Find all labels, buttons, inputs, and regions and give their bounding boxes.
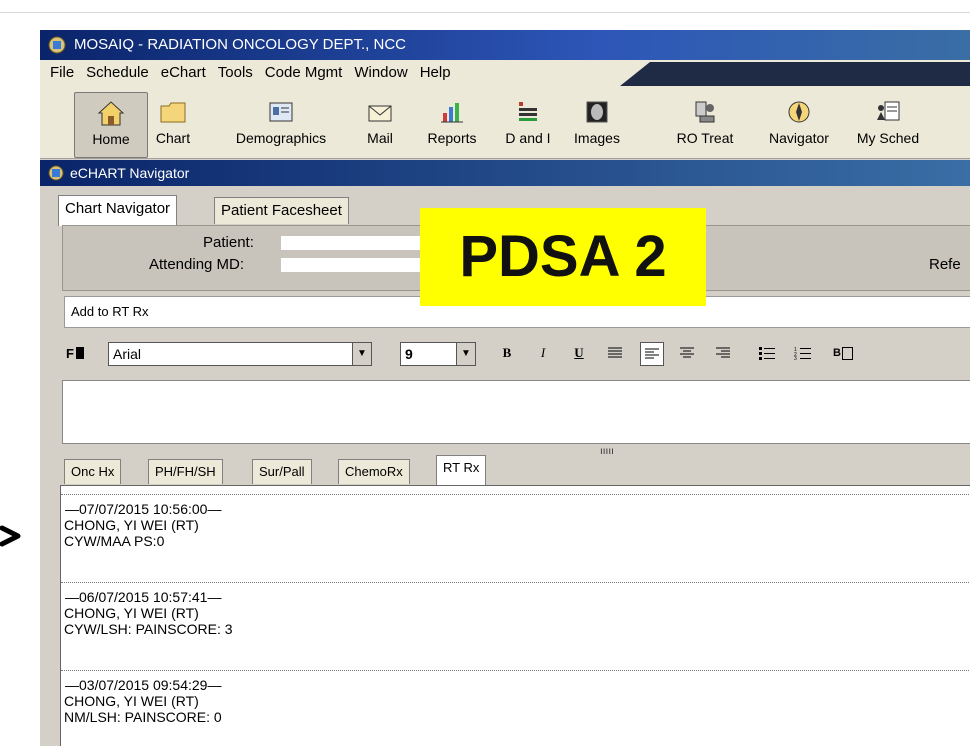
top-divider bbox=[0, 12, 970, 13]
tab-onc-hx[interactable]: Onc Hx bbox=[64, 459, 122, 484]
id-card-icon bbox=[269, 102, 293, 122]
images-button[interactable]: Images bbox=[568, 92, 626, 156]
font-color-swatch bbox=[75, 347, 84, 359]
justify-icon[interactable] bbox=[604, 342, 626, 364]
font-style-button[interactable]: F bbox=[64, 342, 86, 364]
rt-rx-notes-list: —07/07/2015 10:56:00— CHONG, YI WEI (RT)… bbox=[60, 485, 970, 746]
splitter-handle[interactable]: ııııı bbox=[600, 446, 614, 457]
echart-icon bbox=[48, 165, 64, 181]
pdsa-overlay-label: PDSA 2 bbox=[420, 208, 706, 306]
my-sched-button[interactable]: My Sched bbox=[848, 92, 928, 156]
ro-treat-icon bbox=[695, 101, 715, 123]
attending-md-redacted bbox=[281, 258, 421, 272]
mail-icon bbox=[368, 105, 392, 122]
tab-ph-fh-sh[interactable]: PH/FH/SH bbox=[148, 459, 223, 484]
echart-navigator-titlebar[interactable]: eCHART Navigator bbox=[40, 160, 970, 186]
app-titlebar[interactable]: MOSAIQ - RADIATION ONCOLOGY DEPT., NCC bbox=[40, 30, 970, 60]
tab-chemorx[interactable]: ChemoRx bbox=[338, 459, 410, 484]
menu-schedule[interactable]: Schedule bbox=[80, 60, 155, 86]
list-item[interactable]: —06/07/2015 10:57:41— CHONG, YI WEI (RT)… bbox=[61, 582, 970, 671]
images-icon bbox=[586, 101, 608, 123]
my-sched-icon bbox=[877, 101, 900, 121]
note-author: CHONG, YI WEI (RT) bbox=[64, 605, 199, 621]
reports-icon bbox=[441, 103, 463, 123]
demographics-button[interactable]: Demographics bbox=[216, 92, 346, 156]
d-and-i-icon bbox=[519, 102, 537, 121]
align-left-icon[interactable] bbox=[640, 342, 664, 366]
mosaiq-window: MOSAIQ - RADIATION ONCOLOGY DEPT., NCC F… bbox=[40, 30, 970, 746]
mosaiq-app-icon bbox=[48, 36, 66, 54]
underline-icon[interactable]: U bbox=[568, 342, 590, 364]
reports-button[interactable]: Reports bbox=[416, 92, 488, 156]
ro-treat-button[interactable]: RO Treat bbox=[666, 92, 744, 156]
home-icon bbox=[97, 101, 125, 126]
svg-text:3: 3 bbox=[794, 356, 797, 360]
note-author: CHONG, YI WEI (RT) bbox=[64, 693, 199, 709]
menu-help[interactable]: Help bbox=[414, 60, 457, 86]
note-text: CYW/MAA PS:0 bbox=[64, 533, 165, 549]
chevron-down-icon[interactable]: ▼ bbox=[352, 343, 371, 365]
arrow-pointer-icon bbox=[0, 525, 21, 547]
format-toolbar: F Arial ▼ 9 ▼ B I U 123 B bbox=[64, 338, 970, 368]
attending-md-label: Attending MD: bbox=[149, 256, 245, 273]
italic-icon[interactable]: I bbox=[532, 342, 554, 364]
note-text: CYW/LSH: PAINSCORE: 3 bbox=[64, 621, 233, 637]
border-icon[interactable]: B bbox=[826, 342, 860, 364]
align-center-icon[interactable] bbox=[676, 342, 698, 364]
menu-code-mgmt[interactable]: Code Mgmt bbox=[259, 60, 349, 86]
bold-icon[interactable]: B bbox=[496, 342, 518, 364]
list-item[interactable]: —07/07/2015 10:56:00— CHONG, YI WEI (RT)… bbox=[61, 494, 970, 583]
app-title: MOSAIQ - RADIATION ONCOLOGY DEPT., NCC bbox=[74, 36, 406, 53]
referring-md-label: Refe bbox=[929, 256, 961, 273]
menu-echart[interactable]: eChart bbox=[155, 60, 212, 86]
menu-tools[interactable]: Tools bbox=[212, 60, 259, 86]
note-header: —06/07/2015 10:57:41— bbox=[65, 589, 222, 605]
home-button[interactable]: Home bbox=[74, 92, 148, 158]
navigator-button[interactable]: Navigator bbox=[756, 92, 842, 156]
patient-name-redacted bbox=[281, 236, 421, 250]
main-toolbar: Home Chart Demographics Mail Reports D a… bbox=[40, 86, 970, 159]
tab-sur-pall[interactable]: Sur/Pall bbox=[252, 459, 312, 484]
note-header: —07/07/2015 10:56:00— bbox=[65, 501, 222, 517]
numbered-list-icon[interactable]: 123 bbox=[792, 342, 814, 364]
menu-bar: File Schedule eChart Tools Code Mgmt Window He… bbox=[40, 60, 970, 86]
d-and-i-button[interactable]: D and I bbox=[500, 92, 556, 156]
note-header: —03/07/2015 09:54:29— bbox=[65, 677, 222, 693]
mail-button[interactable]: Mail bbox=[358, 92, 402, 156]
list-item[interactable]: —03/07/2015 09:54:29— CHONG, YI WEI (RT)… bbox=[61, 670, 970, 746]
note-text: NM/LSH: PAINSCORE: 0 bbox=[64, 709, 222, 725]
menu-window[interactable]: Window bbox=[348, 60, 413, 86]
tab-rt-rx[interactable]: RT Rx bbox=[436, 455, 487, 486]
folder-icon bbox=[160, 102, 186, 123]
patient-label: Patient: bbox=[203, 234, 254, 251]
echart-navigator-title: eCHART Navigator bbox=[70, 165, 190, 181]
menu-bar-tail bbox=[620, 62, 970, 86]
bullet-list-icon[interactable] bbox=[756, 342, 778, 364]
tab-chart-navigator[interactable]: Chart Navigator bbox=[58, 195, 178, 226]
chart-button[interactable]: Chart bbox=[148, 92, 198, 156]
align-right-icon[interactable] bbox=[712, 342, 734, 364]
tab-patient-facesheet[interactable]: Patient Facesheet bbox=[214, 197, 349, 224]
navigator-icon bbox=[788, 101, 810, 123]
note-author: CHONG, YI WEI (RT) bbox=[64, 517, 199, 533]
chevron-down-icon[interactable]: ▼ bbox=[456, 343, 475, 365]
menu-file[interactable]: File bbox=[44, 60, 80, 86]
note-editor-textarea[interactable] bbox=[62, 380, 970, 444]
font-name-select[interactable]: Arial ▼ bbox=[108, 342, 372, 366]
font-size-select[interactable]: 9 ▼ bbox=[400, 342, 476, 366]
